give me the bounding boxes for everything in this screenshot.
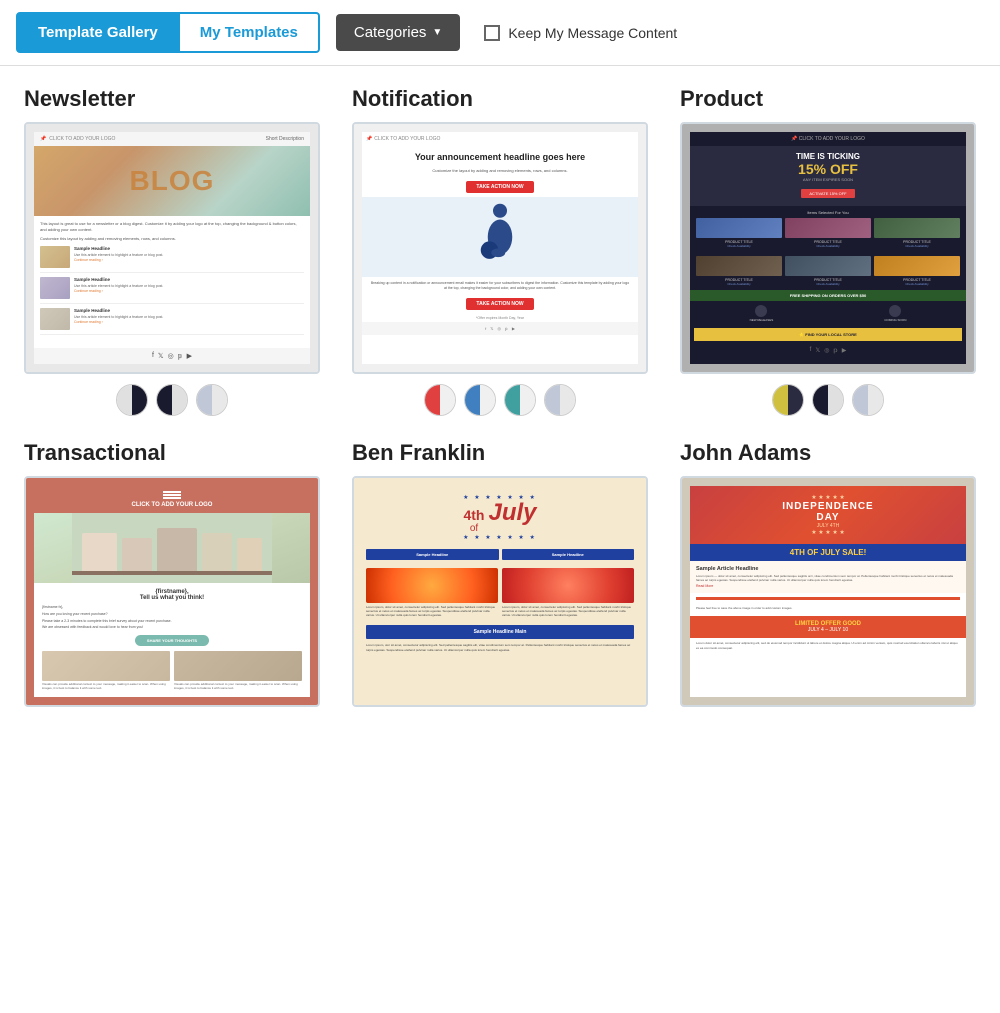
john-adams-preview: ★ ★ ★ ★ ★ INDEPENDENCEDAY JULY 4TH ★ ★ ★… xyxy=(682,478,974,705)
notification-swatch-1[interactable] xyxy=(424,384,456,416)
john-adams-title: John Adams xyxy=(680,440,976,466)
notif-illustration xyxy=(362,197,638,277)
product-swatch-1[interactable] xyxy=(772,384,804,416)
prod-footer: f 𝕏 ◎ 𝕡 ▶ xyxy=(690,343,966,358)
notification-swatch-4[interactable] xyxy=(544,384,576,416)
templates-grid: Newsletter 📌CLICK TO ADD YOUR LOGO Short… xyxy=(24,86,976,707)
notif-body-text: Breaking up content in a notification or… xyxy=(362,277,638,295)
notification-title: Notification xyxy=(352,86,648,112)
ben-franklin-preview: ★ ★ ★ ★ ★ ★ ★ 4th of July ★ ★ ★ ★ ★ ★ ★ xyxy=(354,478,646,705)
john-adams-section: John Adams ★ ★ ★ ★ ★ INDEPENDENCEDAY JUL… xyxy=(680,440,976,707)
notification-swatch-3[interactable] xyxy=(504,384,536,416)
notification-card[interactable]: 📌CLICK TO ADD YOUR LOGO Your announcemen… xyxy=(352,122,648,374)
trans-body: {firstname},Tell us what you think! {fir… xyxy=(34,583,310,697)
notification-section: Notification 📌CLICK TO ADD YOUR LOGO You… xyxy=(352,86,648,416)
notif-headline: Your announcement headline goes here xyxy=(362,146,638,168)
newsletter-swatch-2[interactable] xyxy=(156,384,188,416)
prod-banner: TIME IS TICKING 15% OFF ANY ITEM EXPIRES… xyxy=(690,146,966,206)
ben-franklin-section: Ben Franklin ★ ★ ★ ★ ★ ★ ★ 4th of July xyxy=(352,440,648,707)
product-swatches xyxy=(680,384,976,416)
adams-sale-banner: 4TH OF JULY SALE! xyxy=(690,544,966,561)
trans-header: CLICK TO ADD YOUR LOGO xyxy=(34,486,310,513)
header: Template Gallery My Templates Categories… xyxy=(0,0,1000,66)
nl-body: This layout is great to use for a newsle… xyxy=(34,216,310,344)
notification-swatch-2[interactable] xyxy=(464,384,496,416)
nl-article-img-3 xyxy=(40,308,70,330)
franklin-bottom-text: Lorem ipsum, olor sit amet, consectetur … xyxy=(362,643,638,651)
keep-message-checkbox[interactable] xyxy=(484,25,500,41)
trans-product-image xyxy=(34,513,310,583)
transactional-title: Transactional xyxy=(24,440,320,466)
nl-footer: f 𝕏 ◎ 𝕡 ▶ xyxy=(34,348,310,364)
prod-header: 📌 CLICK TO ADD YOUR LOGO xyxy=(690,132,966,146)
notif-header: 📌CLICK TO ADD YOUR LOGO xyxy=(362,132,638,146)
nl-header: 📌CLICK TO ADD YOUR LOGO Short Descriptio… xyxy=(34,132,310,146)
product-swatch-2[interactable] xyxy=(812,384,844,416)
product-title: Product xyxy=(680,86,976,112)
main-content: Newsletter 📌CLICK TO ADD YOUR LOGO Short… xyxy=(0,66,1000,727)
franklin-articles: Lorem ipsum, dolor sit amet, consectetur… xyxy=(362,564,638,622)
adams-body: Sample Article Headline Lorem ipsum — do… xyxy=(690,561,966,593)
nl-article-img-2 xyxy=(40,277,70,299)
product-section: Product 📌 CLICK TO ADD YOUR LOGO TIME IS… xyxy=(680,86,976,416)
notif-cta-1: TAKE ACTION NOW xyxy=(362,181,638,193)
notification-swatches xyxy=(352,384,648,416)
categories-button[interactable]: Categories xyxy=(336,14,460,51)
newsletter-section: Newsletter 📌CLICK TO ADD YOUR LOGO Short… xyxy=(24,86,320,416)
prod-bottom-links: NEW RELEASES COMING SOON xyxy=(690,301,966,326)
prod-free-shipping: FREE SHIPPING ON ORDERS OVER $50 xyxy=(690,290,966,301)
product-preview: 📌 CLICK TO ADD YOUR LOGO TIME IS TICKING… xyxy=(682,124,974,372)
newsletter-swatch-1[interactable] xyxy=(116,384,148,416)
notification-preview: 📌CLICK TO ADD YOUR LOGO Your announcemen… xyxy=(354,124,646,372)
adams-footer-text: Lorem dolor sit amet, consectetur adipis… xyxy=(690,638,966,652)
notif-footer: f𝕏◎𝕡▶ xyxy=(362,322,638,335)
franklin-bottom-headline: Sample Headline Main xyxy=(366,625,634,639)
ben-franklin-title: Ben Franklin xyxy=(352,440,648,466)
notif-offer: *Offer expires Month Day, Year xyxy=(362,314,638,322)
transactional-card[interactable]: CLICK TO ADD YOUR LOGO xyxy=(24,476,320,707)
transactional-section: Transactional CLICK TO ADD YOUR LOGO xyxy=(24,440,320,707)
john-adams-card[interactable]: ★ ★ ★ ★ ★ INDEPENDENCEDAY JULY 4TH ★ ★ ★… xyxy=(680,476,976,707)
prod-store-button: ⭐ FIND YOUR LOCAL STORE xyxy=(694,328,962,341)
tab-gallery-button[interactable]: Template Gallery xyxy=(16,12,180,53)
keep-message-text: Keep My Message Content xyxy=(508,25,677,41)
adams-bottom-banner: LIMITED OFFER GOOD JULY 4 – JULY 10 xyxy=(690,616,966,638)
franklin-top: ★ ★ ★ ★ ★ ★ ★ 4th of July ★ ★ ★ ★ ★ ★ ★ xyxy=(362,486,638,545)
newsletter-swatches xyxy=(24,384,320,416)
transactional-preview: CLICK TO ADD YOUR LOGO xyxy=(26,478,318,705)
notif-cta-2: TAKE ACTION NOW xyxy=(362,298,638,310)
adams-custom-text: Please feel free to save the above image… xyxy=(690,604,966,612)
tab-my-templates-button[interactable]: My Templates xyxy=(180,12,320,53)
notif-sub: Customize the layout by adding and remov… xyxy=(362,168,638,177)
adams-divider xyxy=(696,597,960,600)
prod-items-section-1: Items Selected For You PRODUCT TITLE Che… xyxy=(690,206,966,252)
franklin-headlines: Sample Headline Sample Headline xyxy=(362,545,638,564)
newsletter-card[interactable]: 📌CLICK TO ADD YOUR LOGO Short Descriptio… xyxy=(24,122,320,374)
product-swatch-3[interactable] xyxy=(852,384,884,416)
nl-article-img-1 xyxy=(40,246,70,268)
nl-blog-image: BLOG xyxy=(34,146,310,216)
prod-items-section-2: PRODUCT TITLE Check Availability PRODUCT… xyxy=(690,252,966,290)
ben-franklin-card[interactable]: ★ ★ ★ ★ ★ ★ ★ 4th of July ★ ★ ★ ★ ★ ★ ★ xyxy=(352,476,648,707)
keep-message-label[interactable]: Keep My Message Content xyxy=(484,25,677,41)
adams-banner: ★ ★ ★ ★ ★ INDEPENDENCEDAY JULY 4TH ★ ★ ★… xyxy=(690,486,966,544)
newsletter-preview: 📌CLICK TO ADD YOUR LOGO Short Descriptio… xyxy=(26,124,318,372)
newsletter-swatch-3[interactable] xyxy=(196,384,228,416)
product-card[interactable]: 📌 CLICK TO ADD YOUR LOGO TIME IS TICKING… xyxy=(680,122,976,374)
newsletter-title: Newsletter xyxy=(24,86,320,112)
